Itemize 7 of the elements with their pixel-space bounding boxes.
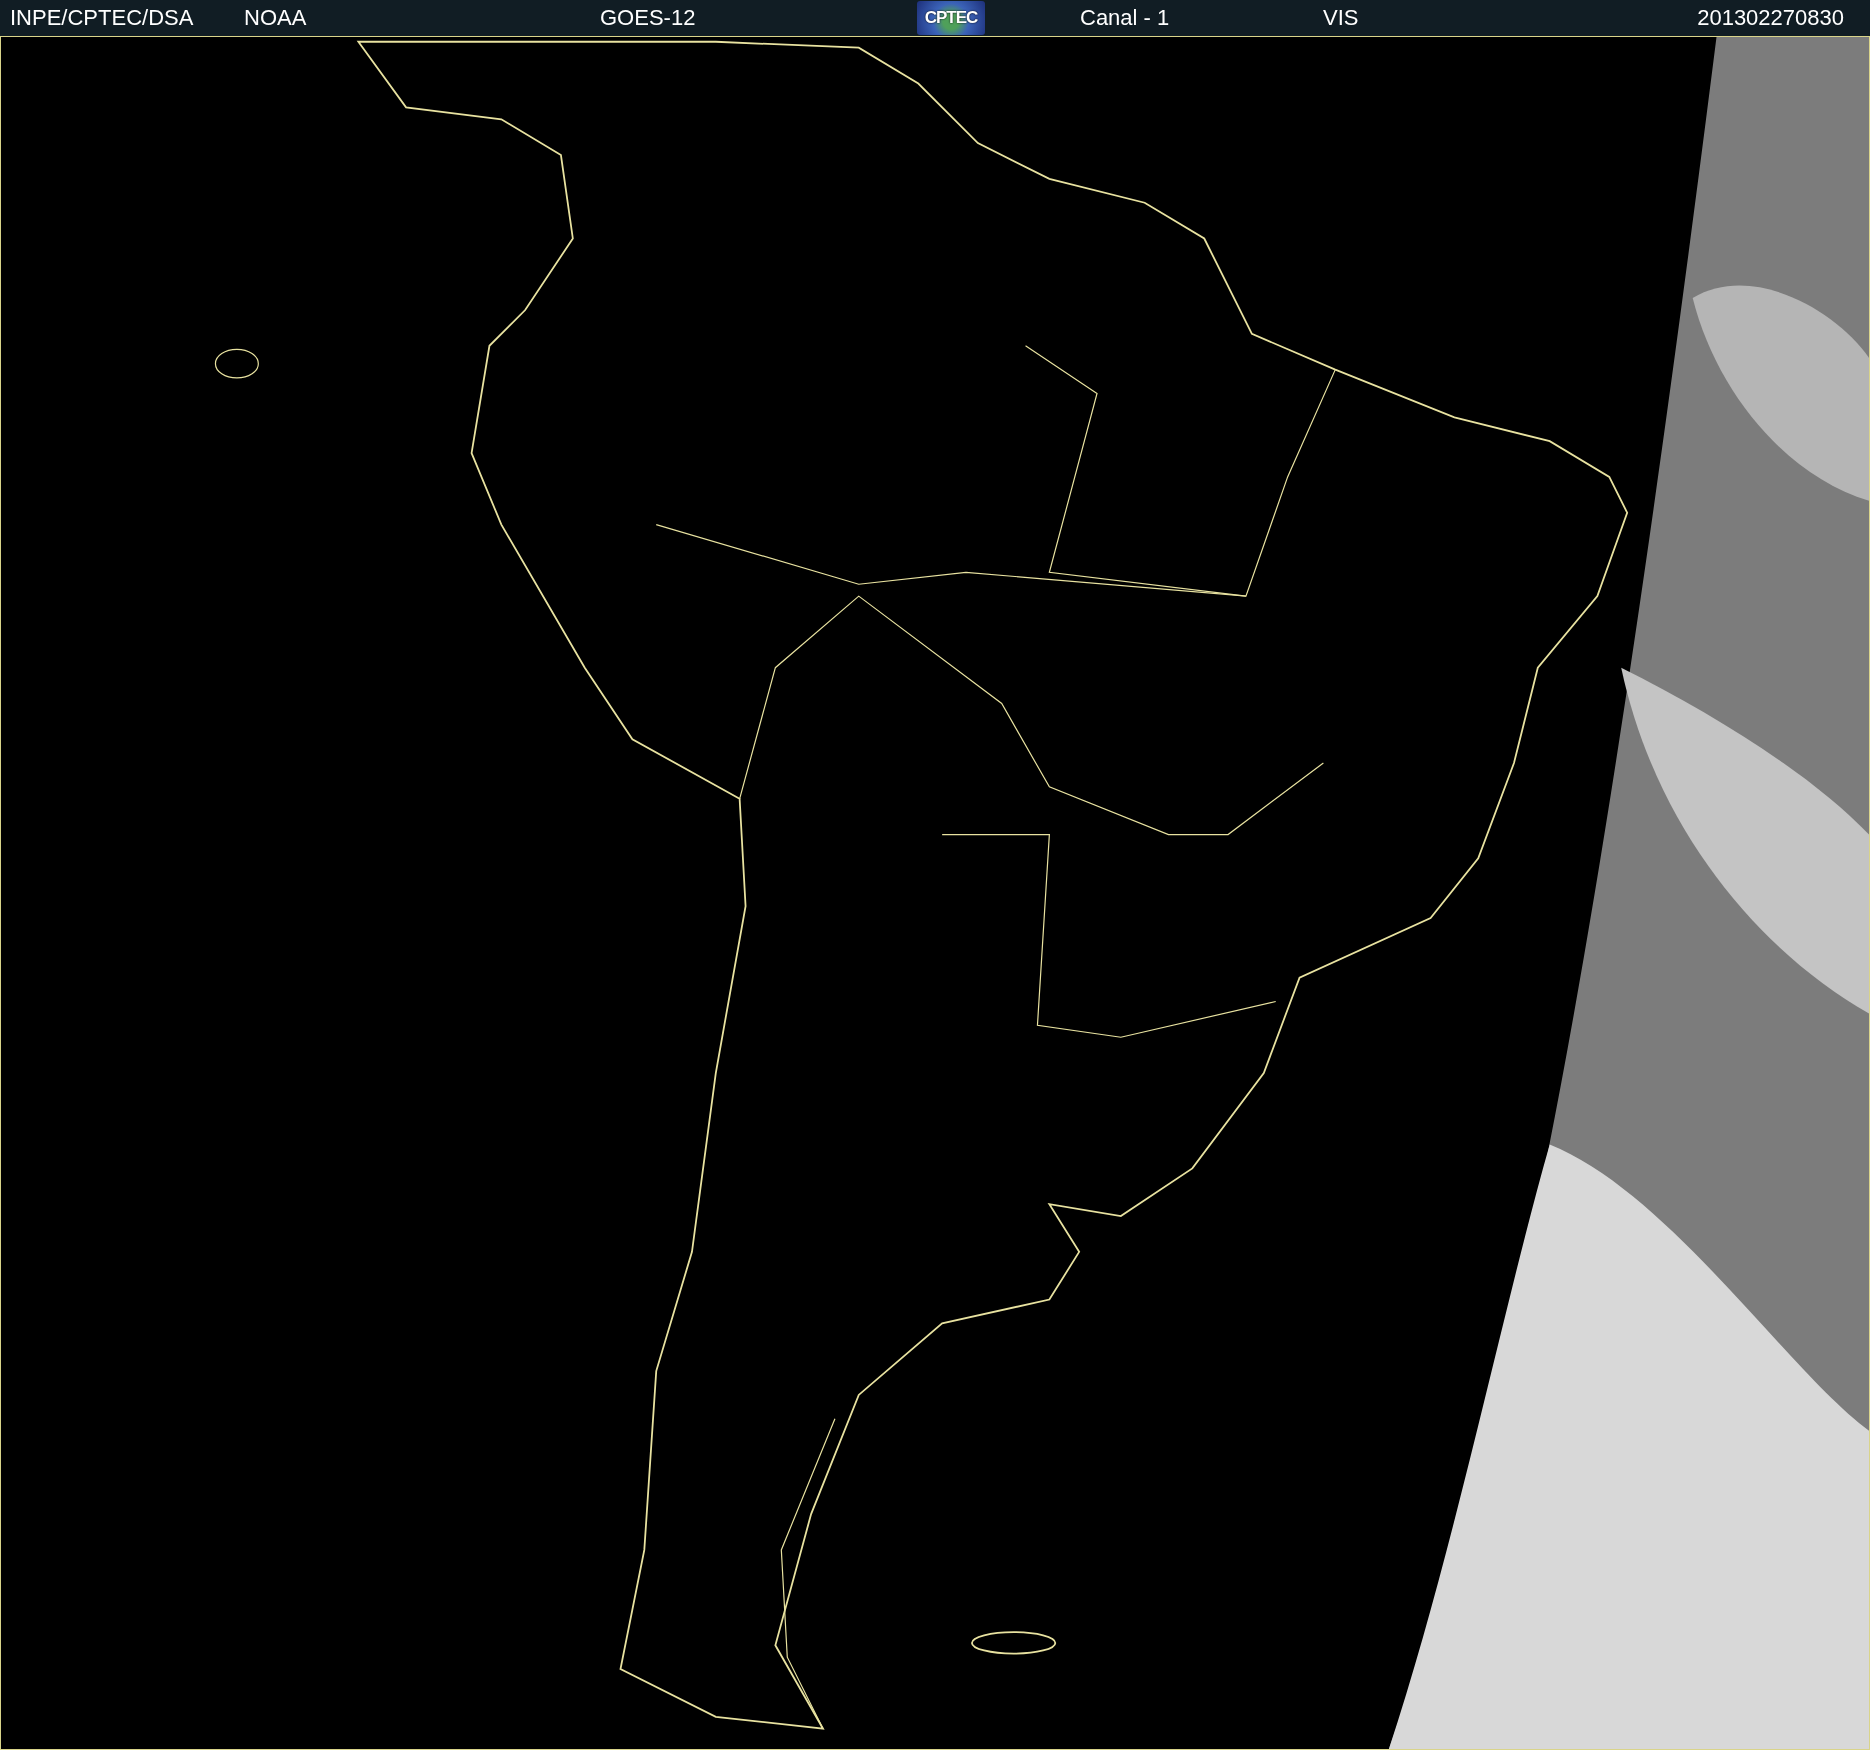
band-label: VIS (1323, 5, 1360, 31)
channel-label: Canal - 1 (1080, 5, 1171, 31)
source-label: INPE/CPTEC/DSA (10, 5, 195, 31)
logo: CPTEC (917, 1, 985, 35)
satellite-label: GOES-12 (600, 5, 697, 31)
agency-label: NOAA (244, 5, 308, 31)
timestamp-label: 201302270830 (1697, 5, 1844, 31)
